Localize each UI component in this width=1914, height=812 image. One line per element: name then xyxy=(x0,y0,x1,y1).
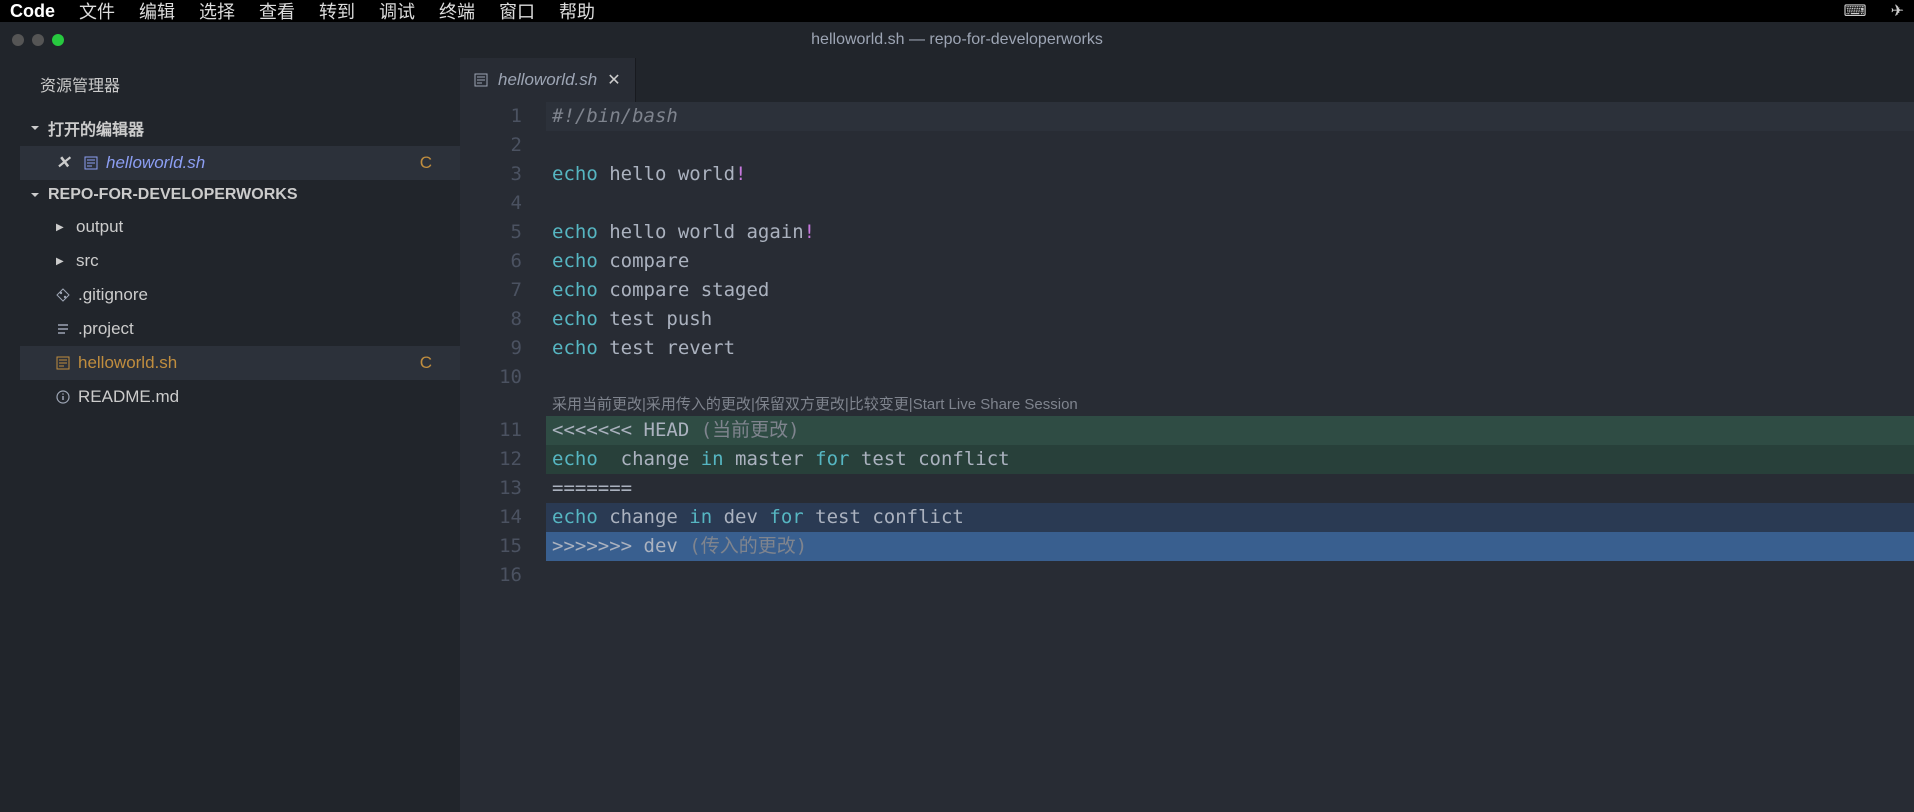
close-icon[interactable]: ✕ xyxy=(56,153,76,173)
codelens-action[interactable]: 比较变更 xyxy=(849,390,909,419)
folder-name: src xyxy=(76,251,99,271)
codelens-row: 采用当前更改 | 采用传入的更改 | 保留双方更改 | 比较变更 | Start… xyxy=(546,392,1914,416)
editor-tabs: helloworld.sh ✕ xyxy=(460,58,1914,102)
code-line[interactable]: echo hello world! xyxy=(546,160,1914,189)
chevron-right-icon: ▶ xyxy=(56,256,66,267)
git-icon xyxy=(56,288,70,302)
code-line[interactable]: echo compare xyxy=(546,247,1914,276)
folder-item[interactable]: ▶ src xyxy=(20,244,460,278)
menu-terminal[interactable]: 终端 xyxy=(439,0,475,24)
lines-icon xyxy=(56,322,70,336)
menu-go[interactable]: 转到 xyxy=(319,0,355,24)
app-brand: Code xyxy=(10,1,55,22)
code-line[interactable]: <<<<<<< HEAD (当前更改) xyxy=(546,416,1914,445)
code-line[interactable]: >>>>>>> dev (传入的更改) xyxy=(546,532,1914,561)
keyboard-icon[interactable]: ⌨ xyxy=(1844,1,1867,21)
code-line[interactable]: #!/bin/bash xyxy=(546,102,1914,131)
file-name: helloworld.sh xyxy=(78,353,177,373)
code-line[interactable]: echo change in master for test conflict xyxy=(546,445,1914,474)
file-item-readme[interactable]: README.md xyxy=(20,380,460,414)
file-item-helloworld[interactable]: helloworld.sh C xyxy=(20,346,460,380)
folder-name: output xyxy=(76,217,123,237)
code-line[interactable]: echo change in dev for test conflict xyxy=(546,503,1914,532)
close-icon[interactable]: ✕ xyxy=(607,70,620,90)
menu-view[interactable]: 查看 xyxy=(259,0,295,24)
chevron-down-icon xyxy=(28,188,42,202)
menubar: Code 文件 编辑 选择 查看 转到 调试 终端 窗口 帮助 ⌨ ✈ xyxy=(0,0,1914,22)
line-gutter: 12345678910111213141516 xyxy=(460,102,546,590)
window-close-button[interactable] xyxy=(12,34,24,46)
code-line[interactable]: echo test revert xyxy=(546,334,1914,363)
codelens-action[interactable]: 采用传入的更改 xyxy=(646,390,751,419)
menu-selection[interactable]: 选择 xyxy=(199,0,235,24)
window-maximize-button[interactable] xyxy=(52,34,64,46)
file-item-project[interactable]: .project xyxy=(20,312,460,346)
open-editors-label: 打开的编辑器 xyxy=(48,116,144,140)
git-status-badge: C xyxy=(420,353,440,373)
codelens-action[interactable]: 采用当前更改 xyxy=(552,390,642,419)
menu-help[interactable]: 帮助 xyxy=(559,0,595,24)
open-editor-name: helloworld.sh xyxy=(106,153,205,173)
window-title: helloworld.sh — repo-for-developerworks xyxy=(811,31,1103,49)
info-icon xyxy=(56,390,70,404)
file-name: .project xyxy=(78,319,134,339)
editor-area: helloworld.sh ✕ 12345678910111213141516 … xyxy=(460,58,1914,812)
code-line[interactable] xyxy=(546,131,1914,160)
code-line[interactable]: ======= xyxy=(546,474,1914,503)
editor-tab[interactable]: helloworld.sh ✕ xyxy=(460,58,636,102)
code-line[interactable]: echo compare staged xyxy=(546,276,1914,305)
chevron-right-icon: ▶ xyxy=(56,222,66,233)
file-icon xyxy=(84,156,98,170)
tab-label: helloworld.sh xyxy=(498,70,597,90)
chevron-down-icon xyxy=(28,121,42,135)
file-name: README.md xyxy=(78,387,179,407)
activity-bar xyxy=(0,58,20,812)
codelens-action[interactable]: Start Live Share Session xyxy=(913,390,1078,419)
sidebar-title: 资源管理器 xyxy=(20,58,460,110)
code-line[interactable] xyxy=(546,189,1914,218)
open-editors-header[interactable]: 打开的编辑器 xyxy=(20,110,460,146)
traffic-lights xyxy=(12,34,64,46)
folder-item[interactable]: ▶ output xyxy=(20,210,460,244)
file-name: .gitignore xyxy=(78,285,148,305)
file-icon xyxy=(56,356,70,370)
file-icon xyxy=(474,73,488,87)
code-line[interactable]: echo test push xyxy=(546,305,1914,334)
window-minimize-button[interactable] xyxy=(32,34,44,46)
menu-debug[interactable]: 调试 xyxy=(379,0,415,24)
menu-window[interactable]: 窗口 xyxy=(499,0,535,24)
repo-label: REPO-FOR-DEVELOPERWORKS xyxy=(48,186,298,204)
git-status-badge: C xyxy=(420,153,440,173)
code-line[interactable]: echo hello world again! xyxy=(546,218,1914,247)
codelens-action[interactable]: 保留双方更改 xyxy=(755,390,845,419)
code-line[interactable] xyxy=(546,561,1914,590)
file-item-gitignore[interactable]: .gitignore xyxy=(20,278,460,312)
code-line[interactable] xyxy=(546,363,1914,392)
open-editor-item[interactable]: ✕ helloworld.sh C xyxy=(20,146,460,180)
code-editor[interactable]: 12345678910111213141516 #!/bin/bash echo … xyxy=(460,102,1914,590)
code-lines[interactable]: #!/bin/bash echo hello world! echo hello w… xyxy=(546,102,1914,590)
menu-edit[interactable]: 编辑 xyxy=(139,0,175,24)
explorer-sidebar: 资源管理器 打开的编辑器 ✕ helloworld.sh C REPO-FOR-… xyxy=(20,58,460,812)
titlebar: helloworld.sh — repo-for-developerworks xyxy=(0,22,1914,58)
menu-file[interactable]: 文件 xyxy=(79,0,115,24)
repo-header[interactable]: REPO-FOR-DEVELOPERWORKS xyxy=(20,180,460,210)
send-icon[interactable]: ✈ xyxy=(1891,1,1904,21)
